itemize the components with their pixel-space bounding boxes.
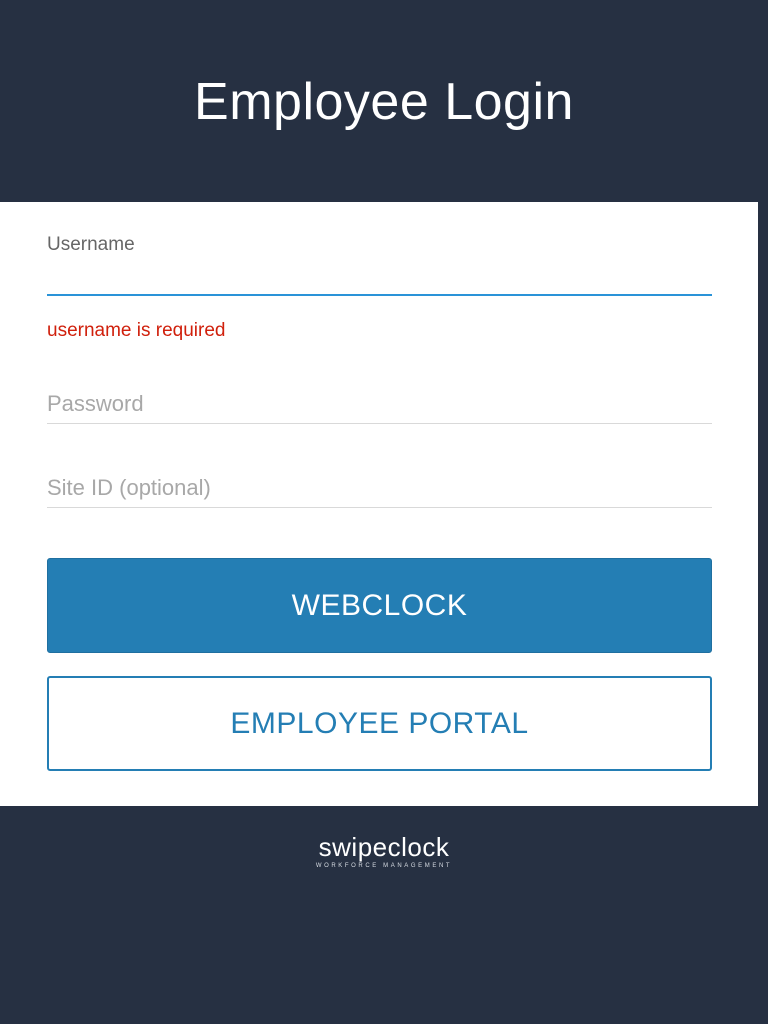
webclock-button[interactable]: WEBCLOCK	[47, 558, 712, 653]
brand-name: swipeclock	[318, 832, 450, 862]
site-id-input[interactable]	[47, 468, 712, 508]
username-label: Username	[47, 234, 135, 255]
login-page: Employee Login Username username is requ…	[0, 0, 768, 1024]
username-field-group: Username	[47, 234, 712, 296]
page-title: Employee Login	[194, 73, 574, 131]
password-field-group	[47, 384, 712, 424]
password-input[interactable]	[47, 384, 712, 424]
username-input[interactable]	[47, 266, 712, 296]
login-form: Username username is required WEBCLOCK E…	[0, 202, 758, 806]
brand-tagline: WORKFORCE MANAGEMENT	[315, 863, 453, 869]
username-error-message: username is required	[47, 320, 226, 341]
site-id-field-group	[47, 468, 712, 508]
brand-logo: swipeclock WORKFORCE MANAGEMENT	[0, 832, 768, 870]
employee-portal-button[interactable]: EMPLOYEE PORTAL	[47, 676, 712, 771]
